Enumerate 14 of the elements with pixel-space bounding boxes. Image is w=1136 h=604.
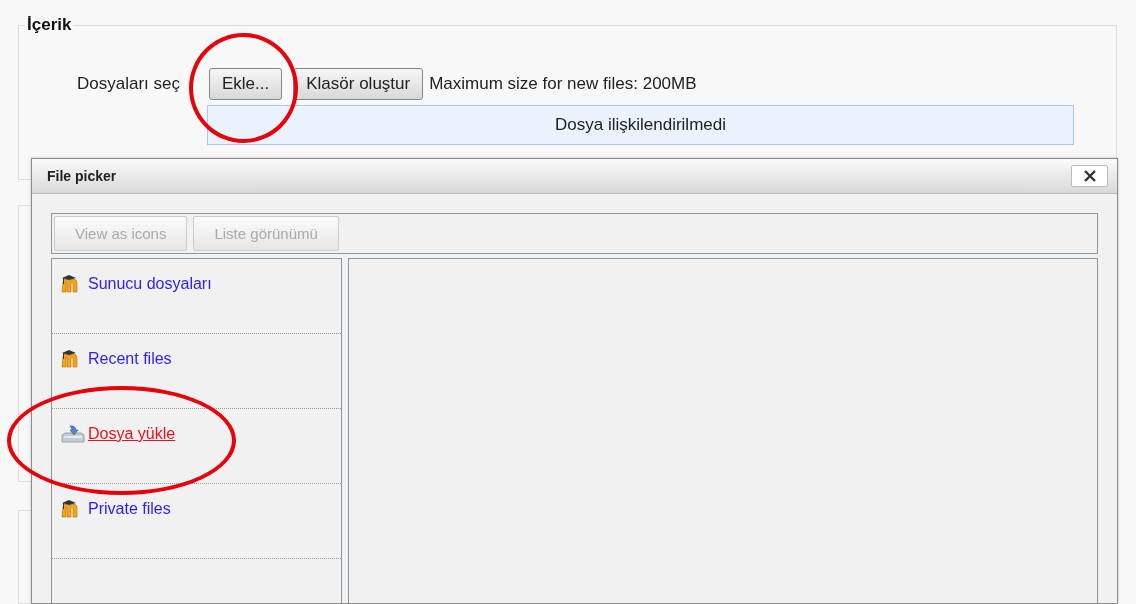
create-folder-button[interactable]: Klasör oluştur bbox=[293, 68, 424, 100]
repository-link[interactable]: Recent files bbox=[61, 350, 172, 368]
field-label: Dosyaları seç bbox=[77, 74, 181, 94]
upload-tray-icon bbox=[61, 425, 85, 443]
close-button[interactable] bbox=[1071, 165, 1108, 187]
close-icon bbox=[1083, 170, 1096, 182]
repository-link[interactable]: Sunucu dosyaları bbox=[61, 275, 212, 293]
file-drop-area[interactable]: Dosya ilişkilendirilmedi bbox=[207, 105, 1074, 145]
dialog-title: File picker bbox=[47, 168, 117, 184]
add-button[interactable]: Ekle... bbox=[209, 68, 283, 100]
section-legend: İçerik bbox=[25, 15, 74, 35]
repository-link[interactable]: Dosya yükle bbox=[61, 425, 176, 443]
max-size-note: Maximum size for new files: 200MB bbox=[429, 74, 697, 94]
repository-link[interactable]: Private files bbox=[61, 500, 171, 518]
